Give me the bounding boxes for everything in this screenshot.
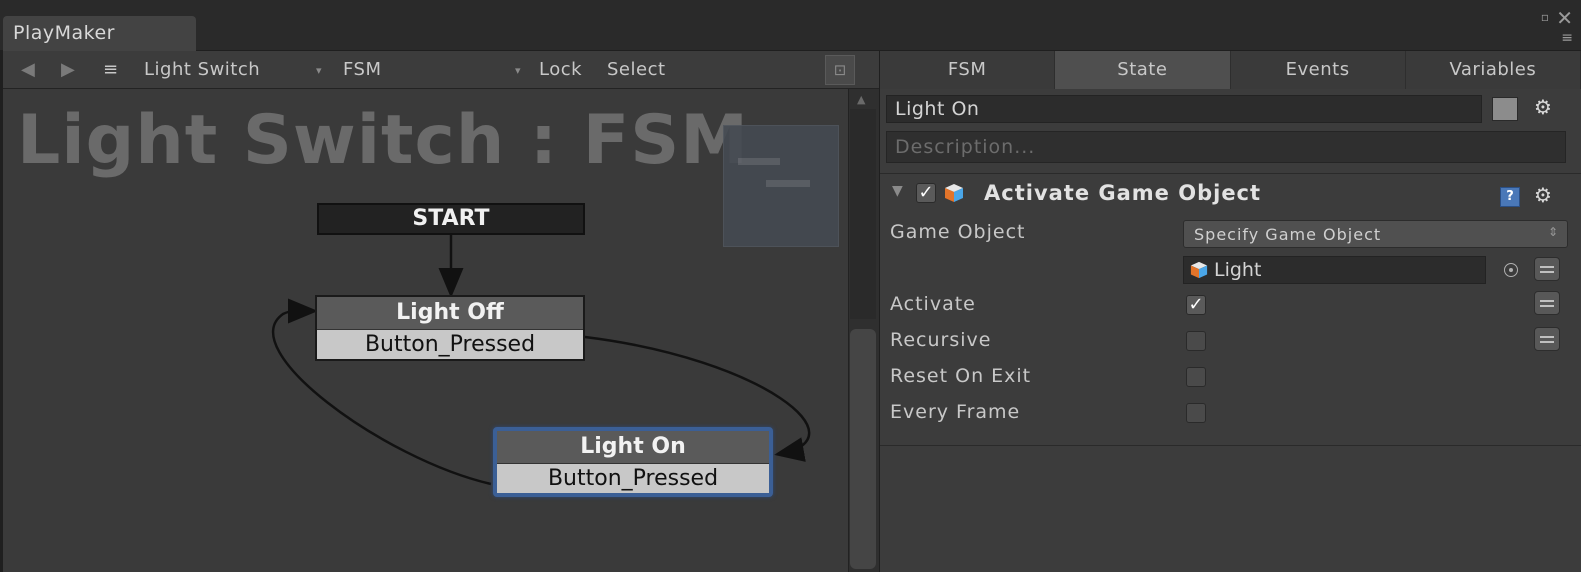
game-object-mode-select[interactable]: Specify Game Object ⇕ (1183, 220, 1568, 248)
start-node[interactable]: START (317, 203, 585, 235)
action-title: Activate Game Object (984, 181, 1262, 205)
divider (880, 445, 1581, 446)
gameobject-cube-icon (945, 184, 963, 202)
close-icon[interactable]: ✕ (1556, 6, 1573, 30)
action-enabled-checkbox[interactable]: ✓ (916, 183, 936, 203)
state-color-swatch[interactable] (1492, 97, 1518, 121)
inspector-tabs: FSM State Events Variables (880, 51, 1581, 89)
divider (880, 173, 1581, 174)
state-inspector: Light On ⚙ Description... ▼ ✓ Activate G… (880, 89, 1581, 572)
window-title-bar: PlayMaker ▫ ✕ ≡ (0, 0, 1581, 52)
tab-variables[interactable]: Variables (1406, 51, 1581, 89)
select-button[interactable]: Select (607, 59, 666, 80)
fsm-graph-canvas[interactable]: Light Switch : FSM START Light Off Butto… (3, 89, 848, 572)
tab-state[interactable]: State (1055, 51, 1231, 89)
select-arrow-icon: ⇕ (1547, 225, 1559, 239)
select-value: Specify Game Object (1194, 225, 1382, 244)
menu-icon[interactable]: ≡ (1561, 30, 1573, 46)
fold-arrow-icon[interactable]: ▼ (892, 183, 903, 199)
restore-icon[interactable]: ▫ (1541, 10, 1549, 24)
activate-variable-button[interactable] (1534, 291, 1560, 315)
lock-button[interactable]: Lock (539, 59, 582, 80)
graph-toolbar: ◀ ▶ ≡ Light Switch ▾ FSM ▾ Lock Select ⊡ (3, 51, 879, 89)
game-object-variable-button[interactable] (1534, 257, 1560, 281)
activate-label: Activate (890, 293, 976, 315)
recursive-variable-button[interactable] (1534, 327, 1560, 351)
recursive-checkbox[interactable] (1186, 331, 1206, 351)
scrollbar-thumb[interactable] (850, 329, 876, 569)
forward-icon[interactable]: ▶ (61, 59, 75, 80)
game-object-field[interactable]: Light (1183, 256, 1486, 284)
playmaker-tab[interactable]: PlayMaker (3, 16, 196, 52)
game-object-label: Game Object (890, 221, 1026, 243)
state-name-field[interactable]: Light On (886, 95, 1482, 123)
fsm-selector[interactable]: FSM (343, 59, 382, 80)
state-node-light-off[interactable]: Light Off Button_Pressed (315, 295, 585, 361)
window-controls: ▫ ✕ ≡ (1533, 6, 1573, 46)
description-field[interactable]: Description... (886, 131, 1566, 163)
object-picker-icon[interactable] (1504, 263, 1518, 277)
list-icon[interactable]: ≡ (103, 59, 119, 80)
state-settings-gear-icon[interactable]: ⚙ (1534, 95, 1552, 119)
reset-on-exit-checkbox[interactable] (1186, 367, 1206, 387)
every-frame-checkbox[interactable] (1186, 403, 1206, 423)
transition-event[interactable]: Button_Pressed (317, 329, 583, 359)
transition-event[interactable]: Button_Pressed (497, 463, 769, 493)
reset-on-exit-label: Reset On Exit (890, 365, 1032, 387)
recursive-label: Recursive (890, 329, 992, 351)
state-name: Light Off (317, 297, 583, 329)
tab-events[interactable]: Events (1231, 51, 1406, 89)
action-settings-gear-icon[interactable]: ⚙ (1534, 183, 1552, 207)
graph-scrollbar[interactable]: ▲ (848, 89, 879, 572)
gameobject-selector[interactable]: Light Switch (144, 59, 260, 80)
fsm-dropdown-icon[interactable]: ▾ (515, 64, 521, 77)
gameobject-dropdown-icon[interactable]: ▾ (316, 64, 322, 77)
back-icon[interactable]: ◀ (21, 59, 35, 80)
tab-fsm[interactable]: FSM (880, 51, 1056, 89)
every-frame-label: Every Frame (890, 401, 1021, 423)
scrollbar-track (850, 109, 876, 319)
scroll-up-icon[interactable]: ▲ (857, 93, 865, 106)
state-name: Light On (497, 431, 769, 463)
state-node-light-on[interactable]: Light On Button_Pressed (493, 427, 773, 497)
gameobject-cube-icon (1190, 261, 1208, 279)
action-help-icon[interactable]: ? (1500, 187, 1520, 207)
activate-checkbox[interactable]: ✓ (1186, 295, 1206, 315)
game-object-value: Light (1214, 259, 1262, 281)
minimap-toggle-icon[interactable]: ⊡ (825, 55, 855, 85)
action-header[interactable]: ▼ ✓ Activate Game Object (886, 179, 1576, 209)
